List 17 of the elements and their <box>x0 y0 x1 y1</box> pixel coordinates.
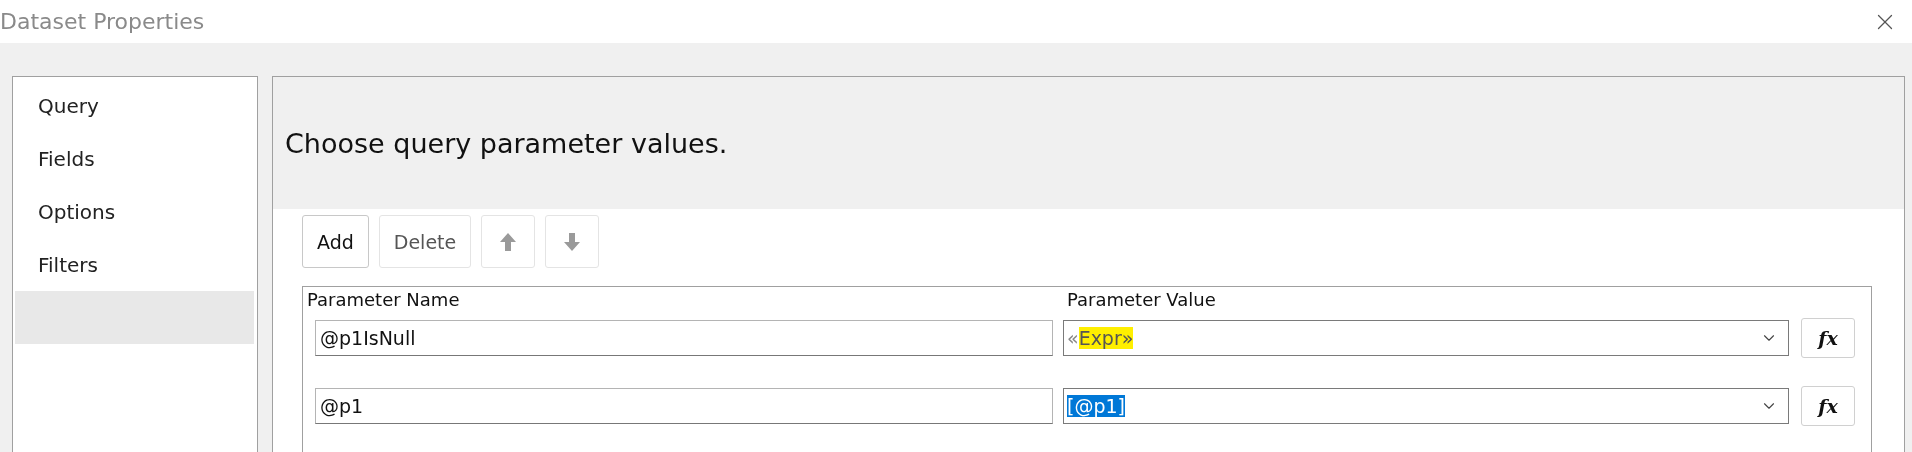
value-dropdown[interactable]: «Expr» <box>1063 320 1789 356</box>
expression-button[interactable]: fx <box>1801 386 1855 426</box>
header-text: Choose query parameter values. <box>285 127 728 159</box>
sidebar-item[interactable]: Options <box>15 185 254 238</box>
down-arrow-icon <box>563 231 582 252</box>
sidebar-item[interactable]: Filters <box>15 238 254 291</box>
sidebar-item[interactable]: Query <box>15 79 254 132</box>
name-field[interactable]: @p1IsNull <box>315 320 1053 356</box>
column-header: Parameter Value <box>1066 288 1217 312</box>
column-header: Parameter Name <box>306 288 461 312</box>
toolbar-button[interactable]: Add <box>302 215 369 268</box>
up-arrow-icon <box>499 231 518 252</box>
sidebar-item[interactable]: Fields <box>15 132 254 185</box>
name-field[interactable]: @p1 <box>315 388 1053 424</box>
window-title: Dataset Properties <box>0 9 205 34</box>
value-dropdown[interactable]: [@p1] <box>1063 388 1789 424</box>
expression-button[interactable]: fx <box>1801 318 1855 358</box>
